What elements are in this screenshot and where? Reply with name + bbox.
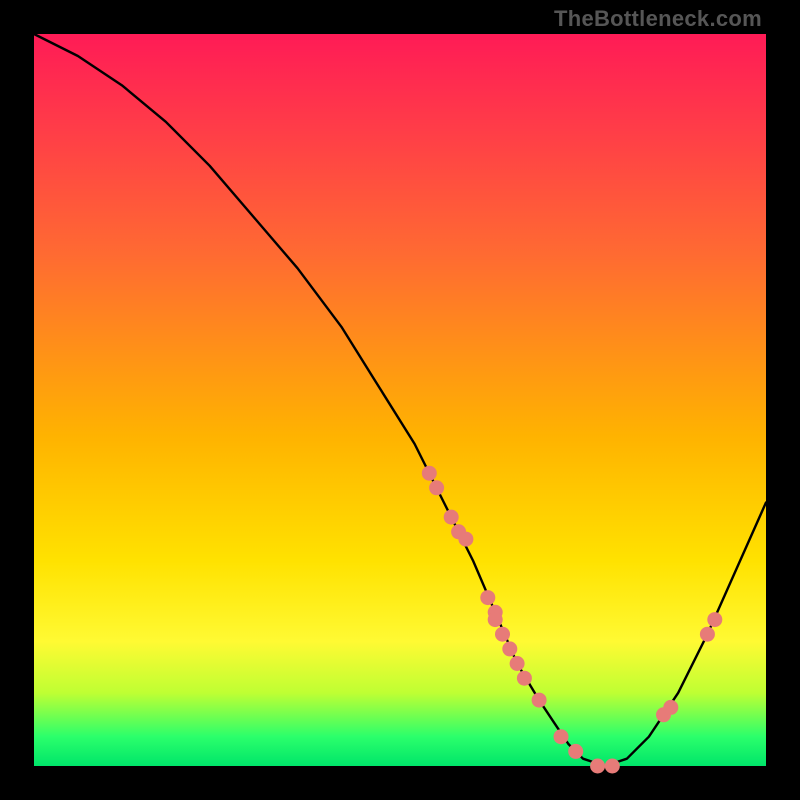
data-point: [429, 480, 444, 495]
data-point: [480, 590, 495, 605]
chart-svg: [34, 34, 766, 766]
data-point: [605, 759, 620, 774]
chart-frame: [34, 34, 766, 766]
data-point-group: [422, 466, 723, 774]
data-point: [488, 612, 503, 627]
data-point: [510, 656, 525, 671]
data-point: [517, 671, 532, 686]
data-point: [700, 627, 715, 642]
data-point: [568, 744, 583, 759]
data-point: [532, 693, 547, 708]
data-point: [458, 532, 473, 547]
data-point: [707, 612, 722, 627]
data-point: [444, 510, 459, 525]
data-point: [663, 700, 678, 715]
data-point: [502, 641, 517, 656]
data-point: [422, 466, 437, 481]
data-point: [554, 729, 569, 744]
watermark-text: TheBottleneck.com: [554, 6, 762, 32]
data-point: [495, 627, 510, 642]
data-point: [590, 759, 605, 774]
bottleneck-curve: [34, 34, 766, 766]
